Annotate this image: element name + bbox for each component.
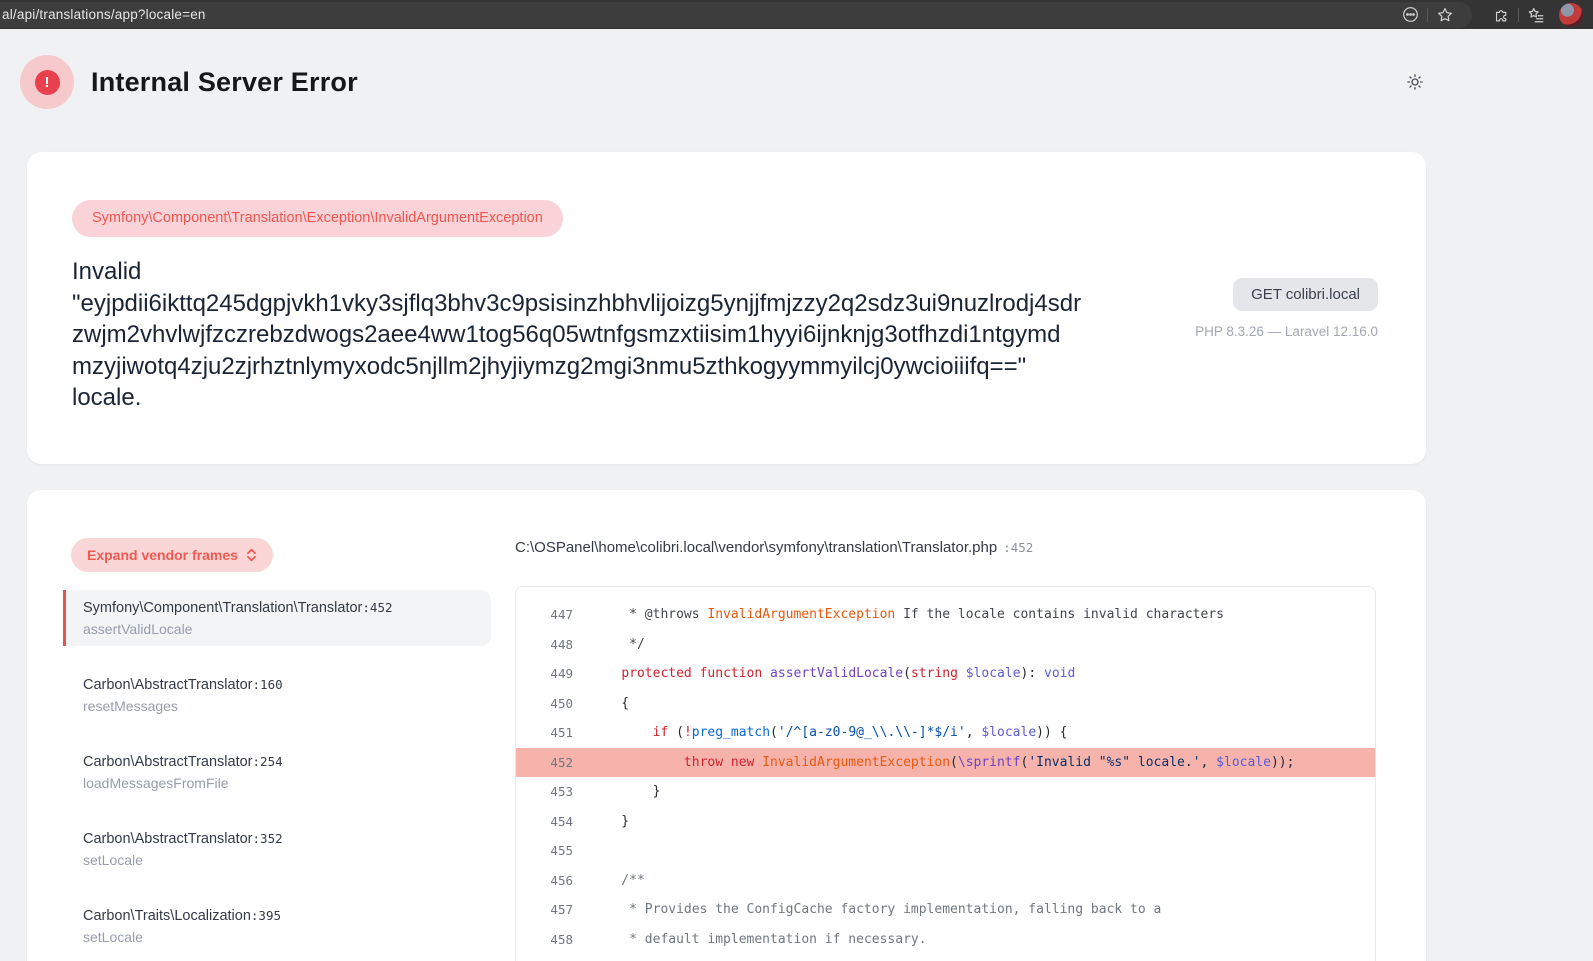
- expand-vendor-frames-button[interactable]: Expand vendor frames: [71, 538, 273, 572]
- frame-class: Carbon\AbstractTranslator: [83, 754, 253, 770]
- profile-avatar[interactable]: [1559, 3, 1583, 27]
- page-header: ! Internal Server Error: [20, 55, 1424, 109]
- line-number: 455: [516, 843, 573, 858]
- error-message-line: Invalid: [72, 256, 1081, 288]
- code-line: 449 protected function assertValidLocale…: [516, 659, 1375, 689]
- error-message-line: locale.: [72, 382, 1081, 414]
- frame-method: resetMessages: [83, 698, 477, 715]
- code-line: 454 }: [516, 807, 1375, 837]
- code-content: }: [590, 814, 629, 829]
- bookmark-star-icon[interactable]: [1428, 6, 1462, 24]
- line-number: 451: [516, 725, 573, 740]
- code-line: 456 /**: [516, 866, 1375, 896]
- frame-class: Carbon\AbstractTranslator: [83, 831, 253, 847]
- code-content: /**: [590, 873, 645, 888]
- error-message-line: mzyjiwotq4zju2zjrhztnlymyxodc5njllm2jhyj…: [72, 351, 1081, 383]
- more-options-icon[interactable]: [1393, 6, 1427, 23]
- line-number: 447: [516, 607, 573, 622]
- code-content: * default implementation if necessary.: [590, 932, 927, 947]
- frame-method: assertValidLocale: [83, 621, 477, 638]
- extensions-icon[interactable]: [1484, 6, 1518, 23]
- code-content: protected function assertValidLocale(str…: [590, 666, 1075, 681]
- frame-method: setLocale: [83, 929, 477, 946]
- line-number: 452: [516, 755, 573, 770]
- code-line: 458 * default implementation if necessar…: [516, 925, 1375, 955]
- error-card: Symfony\Component\Translation\Exception\…: [27, 152, 1426, 464]
- line-number: 458: [516, 932, 573, 947]
- code-viewer: 447 * @throws InvalidArgumentException I…: [515, 586, 1376, 961]
- frame-line-number: :254: [253, 754, 283, 769]
- chevron-expand-icon: [246, 547, 257, 563]
- code-line: 447 * @throws InvalidArgumentException I…: [516, 600, 1375, 630]
- line-number: 450: [516, 696, 573, 711]
- frame-line-number: :452: [362, 600, 392, 615]
- error-status-icon: !: [20, 55, 74, 109]
- line-number: 448: [516, 637, 573, 652]
- theme-toggle-button[interactable]: [1406, 73, 1424, 91]
- file-path: C:\OSPanel\home\colibri.local\vendor\sym…: [515, 538, 997, 558]
- frame-line-number: :395: [251, 908, 281, 923]
- code-content: }: [590, 784, 660, 799]
- line-number: 454: [516, 814, 573, 829]
- url-text[interactable]: al/api/translations/app?locale=en: [0, 7, 206, 22]
- trace-card: Expand vendor frames Symfony\Component\T…: [27, 490, 1426, 961]
- code-line: 455: [516, 836, 1375, 866]
- stack-frame[interactable]: Carbon\AbstractTranslator:352 setLocale: [63, 821, 491, 877]
- page-title: Internal Server Error: [91, 67, 358, 98]
- code-content: if (!preg_match('/^[a-z0-9@_\\.\\-]*$/i'…: [590, 725, 1067, 740]
- file-line-number: :452: [1003, 538, 1033, 558]
- code-line: 457 * Provides the ConfigCache factory i…: [516, 895, 1375, 925]
- code-line: 450 {: [516, 689, 1375, 719]
- file-path-row[interactable]: C:\OSPanel\home\colibri.local\vendor\sym…: [515, 538, 1376, 558]
- code-line: 451 if (!preg_match('/^[a-z0-9@_\\.\\-]*…: [516, 718, 1375, 748]
- line-number: 453: [516, 784, 573, 799]
- line-number: 456: [516, 873, 573, 888]
- code-content: {: [590, 696, 629, 711]
- stack-frame[interactable]: Carbon\AbstractTranslator:160 resetMessag…: [63, 667, 491, 723]
- code-line: 448 */: [516, 630, 1375, 660]
- browser-bar: al/api/translations/app?locale=en: [0, 0, 1593, 29]
- stack-frame[interactable]: Carbon\Traits\Localization:395 setLocale: [63, 898, 491, 954]
- code-content: */: [590, 637, 645, 652]
- exception-class-badge: Symfony\Component\Translation\Exception\…: [72, 200, 563, 237]
- frame-method: setLocale: [83, 852, 477, 869]
- error-message-line: "eyjpdii6ikttq245dgpjvkh1vky3sjflq3bhv3c…: [72, 288, 1081, 320]
- code-line: 453 }: [516, 777, 1375, 807]
- error-message-line: zwjm2vhvlwjfzczrebzdwogs2aee4ww1tog56q05…: [72, 319, 1081, 351]
- favorites-list-icon[interactable]: [1519, 6, 1553, 24]
- request-method-badge: GET colibri.local: [1233, 278, 1378, 311]
- frame-line-number: :160: [253, 677, 283, 692]
- stack-frame[interactable]: Symfony\Component\Translation\Translator…: [63, 590, 491, 646]
- code-line: 452 throw new InvalidArgumentException(\…: [516, 748, 1375, 778]
- code-content: throw new InvalidArgumentException(\spri…: [590, 755, 1294, 770]
- environment-info: PHP 8.3.26 — Laravel 12.16.0: [1195, 324, 1378, 339]
- frame-class: Symfony\Component\Translation\Translator: [83, 600, 362, 616]
- sun-icon: [1406, 73, 1424, 91]
- error-message: Invalid"eyjpdii6ikttq245dgpjvkh1vky3sjfl…: [72, 256, 1081, 414]
- frame-class: Carbon\Traits\Localization: [83, 908, 251, 924]
- frame-method: loadMessagesFromFile: [83, 775, 477, 792]
- line-number: 457: [516, 902, 573, 917]
- code-content: * @throws InvalidArgumentException If th…: [590, 607, 1224, 622]
- code-content: * Provides the ConfigCache factory imple…: [590, 902, 1161, 917]
- stack-frame[interactable]: Carbon\AbstractTranslator:254 loadMessage…: [63, 744, 491, 800]
- frame-class: Carbon\AbstractTranslator: [83, 677, 253, 693]
- line-number: 449: [516, 666, 573, 681]
- stack-frames-list: Symfony\Component\Translation\Translator…: [63, 590, 491, 954]
- frame-line-number: :352: [253, 831, 283, 846]
- address-bar[interactable]: [0, 2, 1472, 28]
